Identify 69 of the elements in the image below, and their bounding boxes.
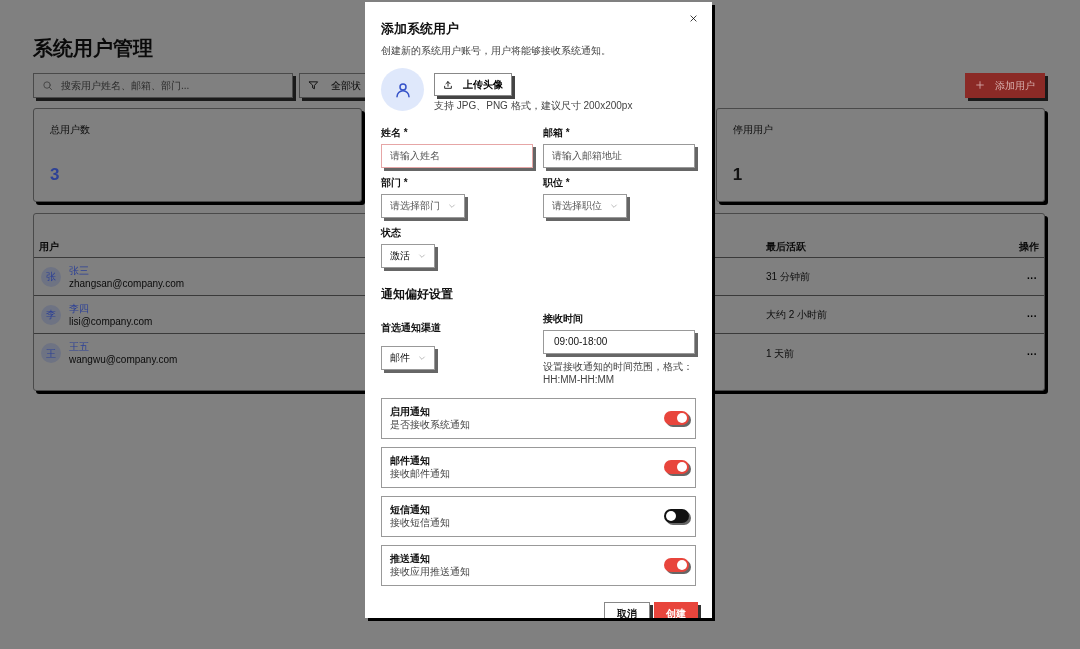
toggle-description: 是否接收系统通知 bbox=[390, 418, 470, 431]
last-active-text: 大约 2 小时前 bbox=[766, 309, 828, 320]
section-title: 通知偏好设置 bbox=[381, 285, 454, 302]
page-title: 系统用户管理 bbox=[33, 36, 153, 61]
user-avatar: 李 bbox=[41, 304, 61, 325]
toggle-description: 接收邮件通知 bbox=[390, 467, 450, 480]
toggle-switch[interactable] bbox=[664, 460, 689, 474]
upload-icon bbox=[443, 79, 453, 90]
plus-icon bbox=[975, 80, 985, 90]
column-header: 用户 bbox=[39, 241, 59, 252]
more-actions-button[interactable]: ··· bbox=[1027, 270, 1037, 286]
toggle-title: 推送通知 bbox=[390, 552, 431, 565]
toggle-description: 接收应用推送通知 bbox=[390, 565, 470, 578]
dialog-title: 添加系统用户 bbox=[381, 21, 459, 37]
field-label: 首选通知渠道 bbox=[381, 320, 441, 335]
last-active-text: 31 分钟前 bbox=[766, 271, 810, 282]
input-field[interactable]: 请输入姓名 bbox=[381, 143, 533, 168]
user-icon bbox=[393, 80, 412, 99]
toggle-switch[interactable] bbox=[664, 411, 689, 425]
user-name: 李四 bbox=[69, 301, 90, 315]
stat-label: 总用户数 bbox=[50, 123, 91, 137]
chevron-down-icon bbox=[418, 251, 426, 260]
search-icon bbox=[42, 79, 53, 91]
cancel-button[interactable]: 取消 bbox=[604, 601, 650, 618]
create-button[interactable]: 创建 bbox=[654, 601, 698, 618]
stat-value: 1 bbox=[732, 165, 744, 185]
close-button[interactable] bbox=[687, 12, 700, 25]
column-header: 最后活跃 bbox=[766, 241, 806, 252]
upload-hint: 支持 JPG、PNG 格式，建议尺寸 200x200px bbox=[434, 99, 633, 112]
input-field[interactable]: 09:00-18:00 bbox=[543, 329, 695, 354]
column-header: 操作 bbox=[1019, 241, 1039, 252]
select-dropdown[interactable]: 邮件 bbox=[381, 345, 435, 370]
chevron-down-icon bbox=[418, 353, 426, 362]
chevron-down-icon bbox=[448, 201, 456, 210]
toggle-switch[interactable] bbox=[664, 558, 689, 572]
search-field[interactable]: 搜索用户姓名、邮箱、部门... bbox=[33, 72, 293, 98]
toggle-description: 接收短信通知 bbox=[390, 516, 450, 529]
filter-icon bbox=[308, 79, 319, 91]
input-field[interactable]: 请输入邮箱地址 bbox=[543, 143, 695, 168]
more-actions-button[interactable]: ··· bbox=[1027, 308, 1037, 324]
field-label: 邮箱 * bbox=[543, 125, 570, 140]
help-text: 设置接收通知的时间范围，格式：HH:MM-HH:MM bbox=[543, 359, 694, 386]
select-dropdown[interactable]: 激活 bbox=[381, 243, 435, 268]
field-label: 接收时间 bbox=[543, 311, 583, 326]
field-label: 部门 * bbox=[381, 175, 408, 190]
last-active-text: 1 天前 bbox=[766, 347, 795, 359]
more-actions-button[interactable]: ··· bbox=[1027, 347, 1037, 362]
chevron-down-icon bbox=[610, 201, 618, 210]
close-icon bbox=[689, 14, 698, 23]
user-name: 王五 bbox=[69, 340, 90, 353]
user-avatar: 张 bbox=[41, 266, 61, 287]
user-email: zhangsan@company.com bbox=[69, 276, 185, 290]
toggle-switch[interactable] bbox=[664, 509, 689, 523]
stat-value: 3 bbox=[50, 165, 61, 185]
field-label: 姓名 * bbox=[381, 125, 408, 140]
toggle-title: 启用通知 bbox=[390, 405, 431, 418]
toggle-title: 邮件通知 bbox=[390, 454, 431, 467]
field-label: 状态 bbox=[381, 225, 401, 240]
stat-label: 停用用户 bbox=[732, 123, 774, 137]
toggle-title: 短信通知 bbox=[390, 503, 431, 516]
select-dropdown[interactable]: 请选择部门 bbox=[381, 193, 465, 218]
upload-avatar-button[interactable]: 上传头像 bbox=[434, 73, 512, 96]
user-name: 张三 bbox=[69, 263, 90, 277]
select-dropdown[interactable]: 请选择职位 bbox=[543, 193, 627, 218]
field-label: 职位 * bbox=[543, 175, 570, 190]
dialog-subtitle: 创建新的系统用户账号，用户将能够接收系统通知。 bbox=[381, 44, 612, 58]
user-email: lisi@company.com bbox=[69, 314, 153, 328]
add-user-button[interactable]: 添加用户 bbox=[965, 72, 1045, 98]
user-email: wangwu@company.com bbox=[69, 353, 178, 366]
